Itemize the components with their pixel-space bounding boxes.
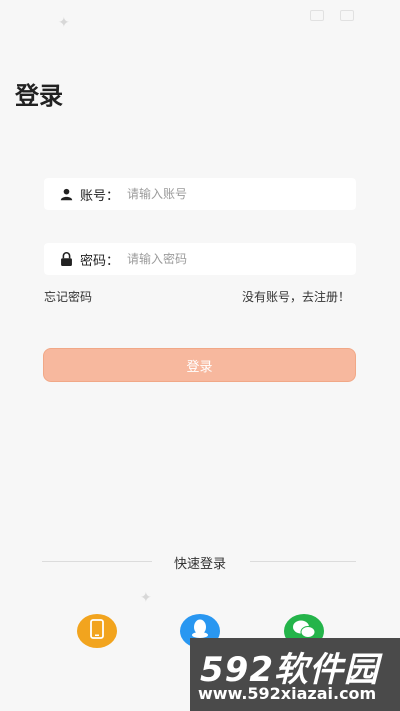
username-label: 账号：: [80, 188, 120, 204]
divider-right: [250, 561, 356, 562]
lock-icon: [58, 251, 74, 267]
quick-login-label: 快速登录: [173, 557, 226, 572]
password-label: 密码：: [80, 253, 120, 269]
phone-login-button[interactable]: [77, 614, 117, 648]
password-input[interactable]: [127, 252, 328, 266]
phone-icon: [90, 619, 104, 643]
decoration: ✦: [140, 590, 152, 606]
page-title: 登录: [15, 82, 63, 110]
watermark-url: www.592xiazai.com: [198, 684, 377, 703]
password-field: 密码：: [44, 243, 356, 275]
register-link[interactable]: 没有账号，去注册！: [242, 288, 350, 305]
status-bar-icons: [310, 10, 354, 21]
watermark: 592软件园 www.592xiazai.com: [190, 638, 400, 711]
username-field: 账号：: [44, 178, 356, 210]
user-icon: [58, 186, 74, 202]
username-input[interactable]: [127, 187, 328, 201]
battery-icon: [340, 10, 354, 21]
signal-icon: [310, 10, 324, 21]
decoration: ✦: [58, 15, 70, 31]
login-button[interactable]: 登录: [43, 348, 356, 382]
forgot-password-link[interactable]: 忘记密码: [44, 288, 92, 305]
